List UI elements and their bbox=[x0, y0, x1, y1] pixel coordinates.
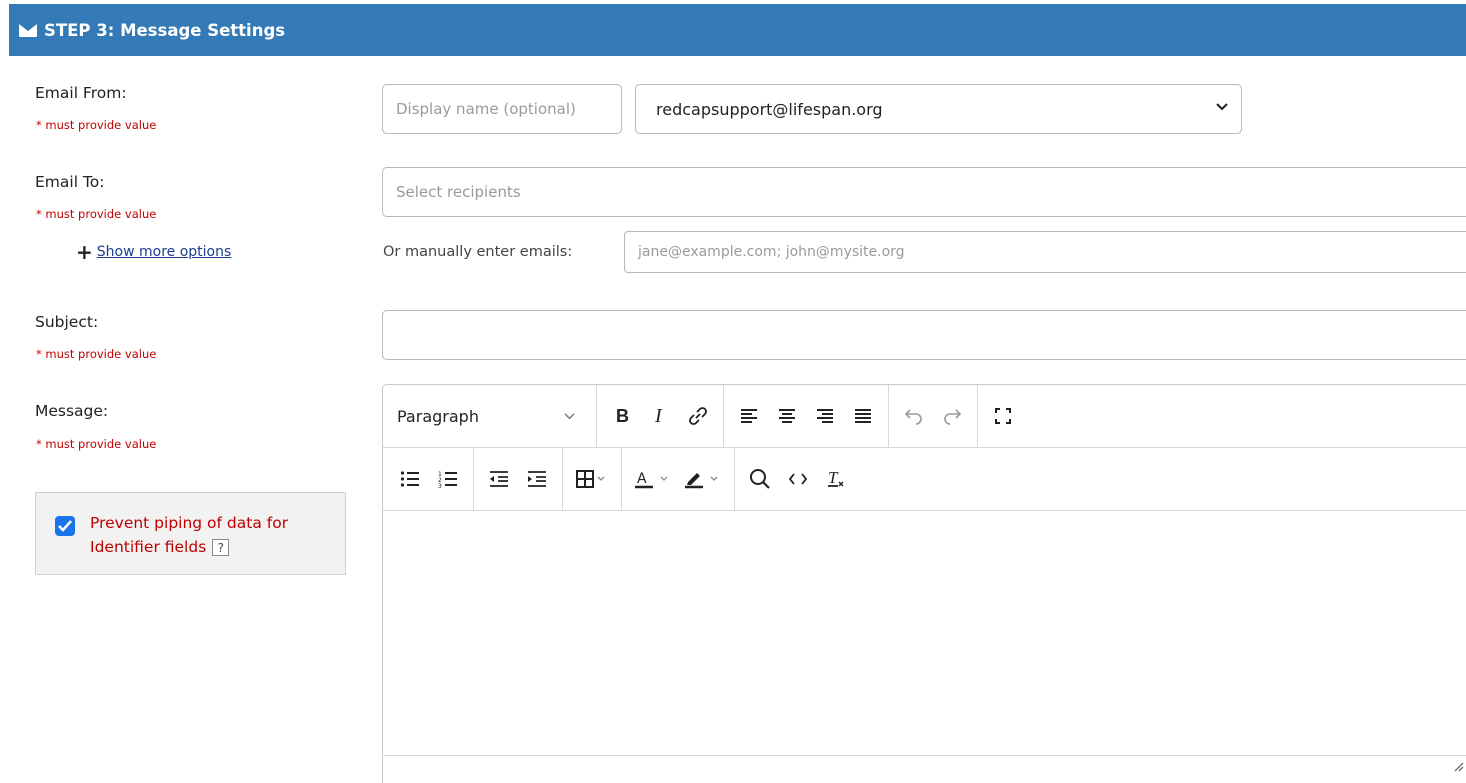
table-group bbox=[563, 448, 622, 510]
message-label: Message: bbox=[35, 402, 109, 420]
align-group bbox=[724, 385, 889, 447]
message-required: * must provide value bbox=[36, 437, 157, 451]
help-icon[interactable]: ? bbox=[212, 539, 230, 556]
resize-grip-icon[interactable] bbox=[1452, 760, 1464, 772]
manual-emails-label: Or manually enter emails: bbox=[383, 244, 573, 260]
svg-text:3: 3 bbox=[438, 483, 442, 488]
align-right-icon[interactable] bbox=[806, 397, 844, 435]
history-group bbox=[889, 385, 978, 447]
prevent-piping-line2: Identifier fields bbox=[90, 538, 207, 556]
prevent-piping-line1: Prevent piping of data for bbox=[90, 514, 289, 532]
editor-statusbar-divider bbox=[382, 755, 1466, 756]
redo-icon[interactable] bbox=[933, 397, 971, 435]
email-from-required: * must provide value bbox=[36, 118, 157, 132]
editor-toolbar-row-1: Paragraph B I bbox=[383, 385, 1466, 448]
manual-emails-input[interactable]: jane@example.com; john@mysite.org bbox=[624, 231, 1466, 273]
align-left-icon[interactable] bbox=[730, 397, 768, 435]
outdent-icon[interactable] bbox=[480, 460, 518, 498]
search-icon[interactable] bbox=[741, 460, 779, 498]
fullscreen-icon[interactable] bbox=[984, 397, 1022, 435]
from-address-value: redcapsupport@lifespan.org bbox=[656, 99, 883, 119]
step-title: STEP 3: Message Settings bbox=[44, 20, 286, 40]
align-justify-icon[interactable] bbox=[844, 397, 882, 435]
prevent-piping-checkbox[interactable] bbox=[55, 516, 75, 536]
indent-group bbox=[474, 448, 563, 510]
display-name-input[interactable]: Display name (optional) bbox=[382, 84, 622, 134]
text-color-icon[interactable]: A bbox=[628, 460, 678, 498]
bullet-list-icon[interactable] bbox=[391, 460, 429, 498]
highlight-icon[interactable] bbox=[678, 460, 728, 498]
list-group: 123 bbox=[383, 448, 474, 510]
email-to-required: * must provide value bbox=[36, 207, 157, 221]
svg-text:B: B bbox=[616, 406, 629, 426]
view-group bbox=[978, 385, 1028, 447]
email-to-label: Email To: bbox=[35, 173, 105, 191]
from-address-select[interactable]: redcapsupport@lifespan.org bbox=[635, 84, 1242, 134]
message-editor[interactable]: Paragraph B I 123 A T bbox=[382, 384, 1466, 783]
envelope-icon bbox=[19, 23, 37, 37]
undo-icon[interactable] bbox=[895, 397, 933, 435]
show-more-options[interactable]: + Show more options bbox=[76, 242, 231, 262]
svg-text:T: T bbox=[828, 469, 839, 487]
svg-text:I: I bbox=[654, 406, 663, 426]
email-from-label: Email From: bbox=[35, 84, 127, 102]
subject-label: Subject: bbox=[35, 313, 99, 331]
plus-icon: + bbox=[76, 240, 93, 264]
prevent-piping-box: Prevent piping of data for Identifier fi… bbox=[35, 492, 346, 575]
subject-required: * must provide value bbox=[36, 347, 157, 361]
code-icon[interactable] bbox=[779, 460, 817, 498]
table-icon[interactable] bbox=[569, 460, 615, 498]
italic-icon[interactable]: I bbox=[641, 397, 679, 435]
block-format-dropdown[interactable]: Paragraph bbox=[383, 385, 597, 447]
prevent-piping-label: Prevent piping of data for Identifier fi… bbox=[90, 511, 288, 559]
clear-format-icon[interactable]: T bbox=[817, 460, 855, 498]
format-group: B I bbox=[597, 385, 724, 447]
color-group: A bbox=[622, 448, 735, 510]
checkmark-icon bbox=[58, 520, 72, 532]
link-icon[interactable] bbox=[679, 397, 717, 435]
numbered-list-icon[interactable]: 123 bbox=[429, 460, 467, 498]
chevron-down-icon bbox=[564, 412, 575, 419]
recipients-select[interactable]: Select recipients bbox=[382, 167, 1466, 217]
subject-input[interactable] bbox=[382, 310, 1466, 360]
block-format-value: Paragraph bbox=[397, 406, 479, 426]
bold-icon[interactable]: B bbox=[603, 397, 641, 435]
chevron-down-icon bbox=[1216, 103, 1228, 111]
svg-text:A: A bbox=[637, 471, 647, 487]
step-header: STEP 3: Message Settings bbox=[9, 4, 1466, 56]
align-center-icon[interactable] bbox=[768, 397, 806, 435]
show-more-options-link[interactable]: Show more options bbox=[97, 244, 232, 260]
indent-icon[interactable] bbox=[518, 460, 556, 498]
editor-toolbar-row-2: 123 A T bbox=[383, 448, 1466, 511]
tools-group: T bbox=[735, 448, 861, 510]
